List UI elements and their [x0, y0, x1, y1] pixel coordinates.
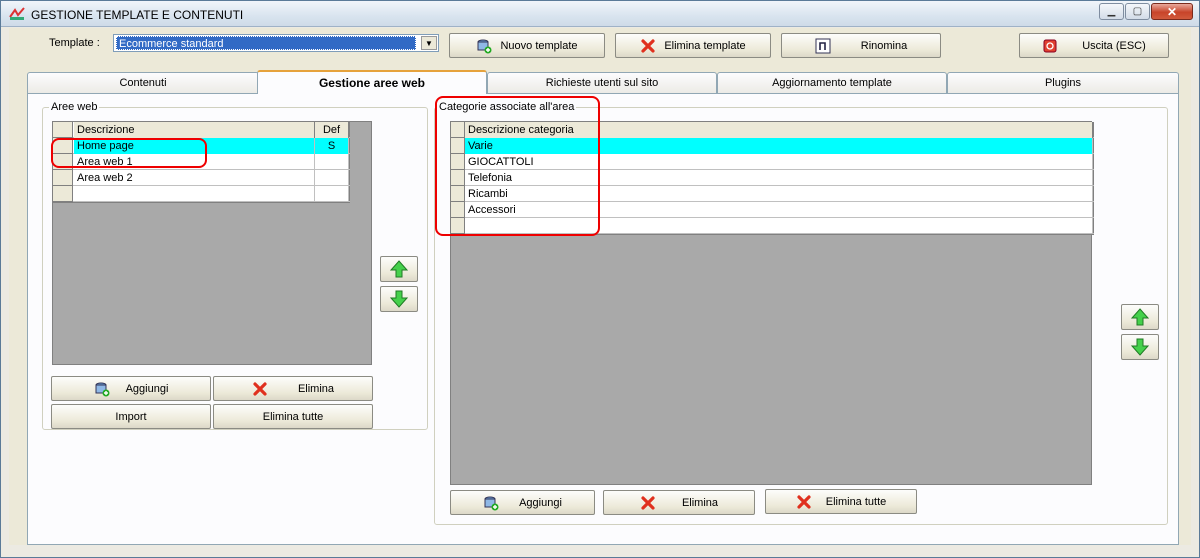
cell-categoria[interactable]: Telefonia [465, 170, 1093, 186]
tab-strip: Contenuti Gestione aree web Richieste ut… [27, 70, 1179, 94]
add-area-label: Aggiungi [125, 382, 169, 395]
aree-web-grid[interactable]: Descrizione Def Home page S Area web 1 A… [52, 121, 372, 365]
category-move-up-button[interactable] [1121, 304, 1159, 330]
table-row[interactable]: Area web 2 [53, 170, 350, 186]
client-area: Template : Ecommerce standard ▼ Nuovo te… [9, 28, 1191, 545]
window-title: GESTIONE TEMPLATE E CONTENUTI [31, 8, 244, 22]
delete-category-label: Elimina [681, 496, 719, 509]
exit-icon [1043, 39, 1057, 52]
delete-all-categories-button[interactable]: Elimina tutte [765, 489, 917, 514]
new-row[interactable] [53, 186, 350, 202]
categorie-group: Categorie associate all'area Descrizione… [434, 96, 1168, 525]
window-bottom-border [1, 546, 1199, 557]
category-move-down-button[interactable] [1121, 334, 1159, 360]
arrow-up-icon [389, 260, 409, 278]
delete-category-button[interactable]: Elimina [603, 490, 755, 515]
cell-categoria[interactable]: GIOCATTOLI [465, 154, 1093, 170]
cell-def[interactable] [315, 154, 349, 170]
new-row[interactable] [451, 218, 1094, 234]
app-icon [9, 7, 25, 20]
rename-icon [815, 38, 831, 53]
tab-aggiornamento-template[interactable]: Aggiornamento template [717, 72, 947, 93]
tab-plugins[interactable]: Plugins [947, 72, 1179, 93]
database-add-icon [484, 496, 499, 510]
add-area-button[interactable]: Aggiungi [51, 376, 211, 401]
cell-categoria[interactable]: Varie [465, 138, 1093, 154]
categorie-title: Categorie associate all'area [437, 101, 577, 113]
close-button[interactable]: ✕ [1151, 3, 1193, 20]
tab-richieste-utenti[interactable]: Richieste utenti sul sito [487, 72, 717, 93]
column-header-def[interactable]: Def [315, 122, 349, 138]
cell-descrizione[interactable]: Home page [74, 138, 315, 154]
exit-label: Uscita (ESC) [1082, 39, 1146, 52]
title-bar[interactable]: GESTIONE TEMPLATE E CONTENUTI ▁ ▢ ✕ [1, 1, 1199, 27]
table-row[interactable]: Telefonia [451, 170, 1094, 186]
cell-def[interactable]: S [315, 138, 349, 154]
arrow-up-icon [1130, 308, 1150, 326]
arrow-down-icon [389, 290, 409, 308]
delete-all-categories-label: Elimina tutte [825, 495, 887, 508]
minimize-icon: ▁ [1107, 6, 1116, 17]
cell-descrizione[interactable]: Area web 2 [74, 170, 315, 186]
aree-web-title: Aree web [49, 101, 100, 113]
move-up-button[interactable] [380, 256, 418, 282]
new-template-label: Nuovo template [500, 39, 578, 52]
delete-x-icon [641, 495, 655, 510]
chevron-down-icon[interactable]: ▼ [421, 36, 437, 50]
cell-descrizione[interactable]: Area web 1 [74, 154, 315, 170]
cell-categoria[interactable]: Ricambi [465, 186, 1093, 202]
table-row[interactable]: GIOCATTOLI [451, 154, 1094, 170]
minimize-button[interactable]: ▁ [1099, 3, 1124, 20]
exit-button[interactable]: Uscita (ESC) [1019, 33, 1169, 58]
add-category-button[interactable]: Aggiungi [450, 490, 595, 515]
add-category-label: Aggiungi [519, 496, 562, 509]
new-template-button[interactable]: Nuovo template [449, 33, 605, 58]
database-add-icon [95, 382, 110, 396]
table-row[interactable]: Varie [451, 138, 1094, 154]
move-down-button[interactable] [380, 286, 418, 312]
main-window: GESTIONE TEMPLATE E CONTENUTI ▁ ▢ ✕ Temp… [0, 0, 1200, 558]
delete-area-button[interactable]: Elimina [213, 376, 373, 401]
table-row[interactable]: Accessori [451, 202, 1094, 218]
delete-template-label: Elimina template [664, 39, 746, 52]
template-select[interactable]: Ecommerce standard ▼ [113, 34, 439, 52]
column-header-descrizione-categoria[interactable]: Descrizione categoria [465, 122, 1093, 138]
maximize-icon: ▢ [1132, 6, 1143, 17]
categorie-grid[interactable]: Descrizione categoria Varie GIOCATTOLI T… [450, 121, 1094, 485]
cell-categoria[interactable]: Accessori [465, 202, 1093, 218]
close-icon: ✕ [1166, 4, 1178, 19]
tab-panel: Aree web Descrizione Def Home page S Are… [27, 93, 1179, 545]
rename-button[interactable]: Rinomina [781, 33, 941, 58]
aree-web-group: Aree web Descrizione Def Home page S Are… [42, 101, 428, 430]
import-button[interactable]: Import [51, 404, 211, 429]
cell-def[interactable] [315, 170, 349, 186]
table-row[interactable]: Area web 1 [53, 154, 350, 170]
delete-template-button[interactable]: Elimina template [615, 33, 771, 58]
rename-label: Rinomina [860, 39, 908, 52]
template-select-value: Ecommerce standard [116, 36, 416, 50]
delete-area-label: Elimina [297, 382, 335, 395]
delete-all-areas-label: Elimina tutte [262, 410, 324, 423]
delete-x-icon [641, 38, 655, 53]
table-row[interactable]: Ricambi [451, 186, 1094, 202]
arrow-down-icon [1130, 338, 1150, 356]
maximize-button[interactable]: ▢ [1125, 3, 1150, 20]
column-header-descrizione[interactable]: Descrizione [74, 122, 315, 138]
grid-header-row: Descrizione Def [53, 122, 350, 138]
delete-all-areas-button[interactable]: Elimina tutte [213, 404, 373, 429]
database-add-icon [477, 39, 492, 53]
import-label: Import [115, 410, 147, 423]
delete-x-icon [253, 381, 267, 396]
table-row[interactable]: Home page S [53, 138, 350, 154]
tab-gestione-aree-web[interactable]: Gestione aree web [257, 70, 487, 94]
delete-x-icon [797, 494, 811, 509]
template-label: Template : [49, 37, 100, 49]
grid-header-row: Descrizione categoria [451, 122, 1094, 138]
tab-contenuti[interactable]: Contenuti [27, 72, 259, 93]
